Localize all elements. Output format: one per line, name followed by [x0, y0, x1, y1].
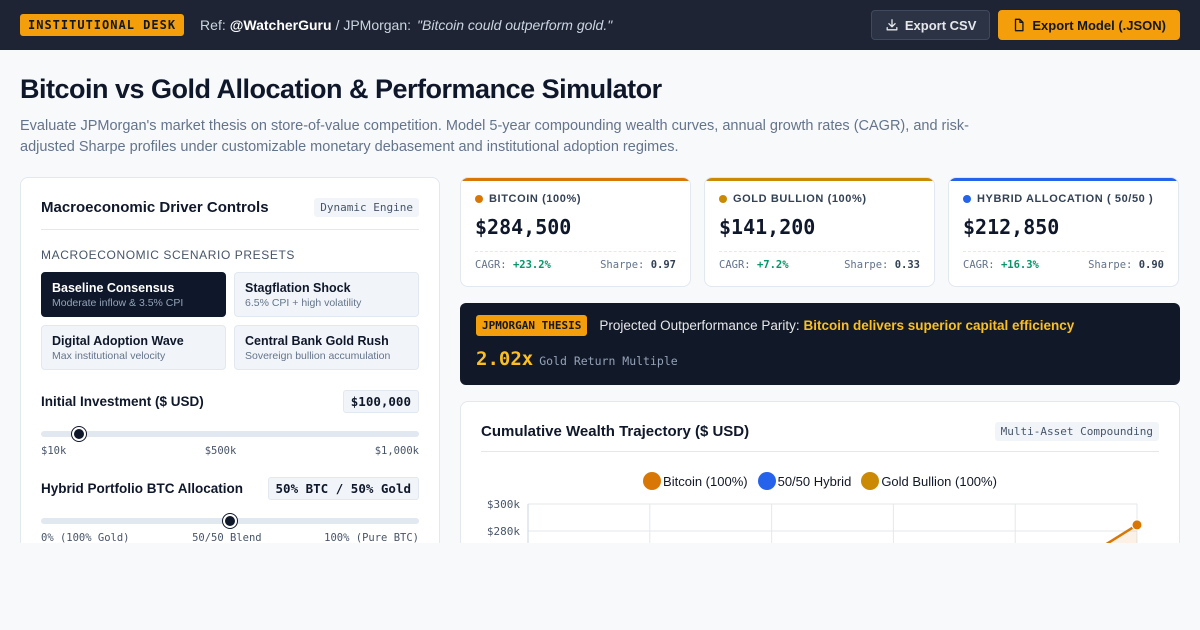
cagr-label: CAGR: — [719, 259, 751, 271]
controls-title: Macroeconomic Driver Controls — [41, 199, 269, 216]
y-tick-label: $280k — [487, 525, 520, 538]
sharpe-label: Sharpe: — [844, 259, 889, 271]
wealth-chart: $300k $280k — [487, 498, 1143, 570]
preset-stagflation-shock[interactable]: Stagflation Shock 6.5% CPI + high volati… — [234, 272, 419, 317]
kpi-label: BITCOIN (100%) — [489, 193, 582, 205]
legend-label: 50/50 Hybrid — [777, 473, 852, 489]
legend-item-bitcoin[interactable]: Bitcoin (100%) — [643, 472, 748, 490]
top-bar: INSTITUTIONAL DESK Ref: @WatcherGuru / J… — [0, 0, 1200, 50]
export-csv-button[interactable]: Export CSV — [870, 10, 991, 40]
investment-tick-max: $1,000k — [374, 445, 419, 457]
page-subtitle: Evaluate JPMorgan's market thesis on sto… — [20, 118, 969, 155]
preset-desc: Moderate inflow & 3.5% CPI — [52, 297, 184, 309]
investment-tick-min: $10k — [41, 445, 67, 457]
sharpe-value: 0.90 — [1138, 259, 1164, 271]
gold-return-multiple-label: Gold Return Multiple — [539, 354, 678, 368]
investment-tick-mid: $500k — [204, 445, 237, 457]
export-model-label: Export Model (.JSON) — [1032, 17, 1166, 33]
investment-label: Initial Investment ($ USD) — [41, 394, 204, 409]
investment-value: $100,000 — [342, 390, 419, 413]
jpmorgan-thesis-banner: JPMORGAN THESIS Projected Outperformance… — [460, 303, 1180, 385]
multi-asset-tag: Multi-Asset Compounding — [994, 422, 1159, 441]
cagr-label: CAGR: — [475, 259, 507, 271]
preset-desc: 6.5% CPI + high volatility — [245, 297, 362, 309]
kpi-card-bitcoin: BITCOIN (100%) $284,500 CAGR: +23.2% Sha… — [460, 177, 691, 287]
sharpe-label: Sharpe: — [600, 259, 645, 271]
legend-item-hybrid[interactable]: 50/50 Hybrid — [757, 472, 852, 490]
preset-name: Central Bank Gold Rush — [245, 334, 389, 348]
sharpe-value: 0.33 — [894, 259, 920, 271]
kpi-accent-bar — [461, 178, 690, 181]
allocation-control: Hybrid Portfolio BTC Allocation 50% BTC … — [41, 477, 419, 544]
institutional-desk-badge: INSTITUTIONAL DESK — [20, 14, 185, 36]
preset-digital-adoption-wave[interactable]: Digital Adoption Wave Max institutional … — [41, 325, 226, 370]
ref-handle-link[interactable]: @WatcherGuru — [230, 17, 332, 33]
hybrid-dot-icon — [963, 195, 971, 203]
sharpe-value: 0.97 — [650, 259, 676, 271]
kpi-value: $141,200 — [719, 215, 816, 239]
legend-item-gold[interactable]: Gold Bullion (100%) — [861, 472, 997, 490]
thesis-badge: JPMORGAN THESIS — [476, 315, 588, 336]
page-title: Bitcoin vs Gold Allocation & Performance… — [20, 74, 662, 104]
allocation-value: 50% BTC / 50% Gold — [267, 477, 419, 500]
bitcoin-data-point — [1131, 519, 1143, 531]
investment-slider[interactable] — [41, 427, 419, 441]
bitcoin-dot-icon — [475, 195, 483, 203]
legend-label: Bitcoin (100%) — [663, 473, 748, 489]
preset-central-bank-gold-rush[interactable]: Central Bank Gold Rush Sovereign bullion… — [234, 325, 419, 370]
preset-baseline-consensus[interactable]: Baseline Consensus Moderate inflow & 3.5… — [41, 272, 226, 317]
macro-controls-panel: Macroeconomic Driver Controls Dynamic En… — [20, 177, 440, 577]
legend-label: Gold Bullion (100%) — [881, 473, 997, 489]
chart-title: Cumulative Wealth Trajectory ($ USD) — [481, 423, 750, 440]
kpi-card-hybrid: HYBRID ALLOCATION ( 50/50 ) $212,850 CAG… — [948, 177, 1179, 287]
investment-slider-thumb[interactable] — [71, 427, 86, 441]
cagr-value: +16.3% — [1000, 259, 1039, 271]
legend-swatch — [757, 472, 776, 490]
cagr-value: +23.2% — [512, 259, 551, 271]
kpi-card-gold: GOLD BULLION (100%) $141,200 CAGR: +7.2%… — [704, 177, 935, 287]
cagr-label: CAGR: — [963, 259, 995, 271]
y-tick-label: $300k — [487, 498, 520, 511]
export-model-button[interactable]: Export Model (.JSON) — [998, 10, 1180, 40]
investment-control: Initial Investment ($ USD) $100,000 $10k… — [41, 390, 419, 457]
preset-desc: Sovereign bullion accumulation — [245, 350, 391, 362]
scenario-presets: Baseline Consensus Moderate inflow & 3.5… — [41, 272, 419, 370]
kpi-accent-bar — [949, 178, 1178, 181]
file-icon — [1015, 18, 1024, 32]
reference-line: Ref: @WatcherGuru / JPMorgan: "Bitcoin c… — [200, 17, 612, 33]
kpi-value: $284,500 — [475, 215, 572, 239]
legend-swatch — [643, 472, 662, 490]
preset-name: Baseline Consensus — [52, 281, 175, 295]
legend-swatch — [861, 472, 880, 490]
allocation-label: Hybrid Portfolio BTC Allocation — [41, 481, 243, 496]
gold-return-multiple: 2.02x — [476, 348, 534, 370]
gold-dot-icon — [719, 195, 727, 203]
thesis-text: Projected Outperformance Parity: — [599, 318, 800, 333]
chart-legend: Bitcoin (100%) 50/50 Hybrid Gold Bullion… — [481, 472, 1159, 490]
kpi-label: HYBRID ALLOCATION ( 50/50 ) — [977, 193, 1154, 205]
allocation-slider[interactable] — [41, 514, 419, 528]
download-icon — [886, 19, 898, 31]
export-csv-label: Export CSV — [904, 17, 977, 33]
page-background — [0, 543, 1200, 630]
preset-desc: Max institutional velocity — [52, 350, 166, 362]
preset-name: Digital Adoption Wave — [52, 334, 184, 348]
ref-prefix: Ref: — [200, 17, 226, 33]
dynamic-engine-tag: Dynamic Engine — [314, 198, 419, 217]
preset-name: Stagflation Shock — [245, 281, 351, 295]
kpi-accent-bar — [705, 178, 934, 181]
kpi-label: GOLD BULLION (100%) — [733, 193, 867, 205]
thesis-highlight: Bitcoin delivers superior capital effici… — [803, 318, 1075, 333]
ref-source: / JPMorgan: — [335, 17, 412, 33]
sharpe-label: Sharpe: — [1088, 259, 1133, 271]
ref-quote: "Bitcoin could outperform gold." — [417, 17, 613, 33]
allocation-slider-thumb[interactable] — [223, 514, 237, 528]
presets-label: MACROECONOMIC SCENARIO PRESETS — [41, 248, 296, 262]
kpi-value: $212,850 — [963, 215, 1060, 239]
cagr-value: +7.2% — [756, 259, 789, 271]
